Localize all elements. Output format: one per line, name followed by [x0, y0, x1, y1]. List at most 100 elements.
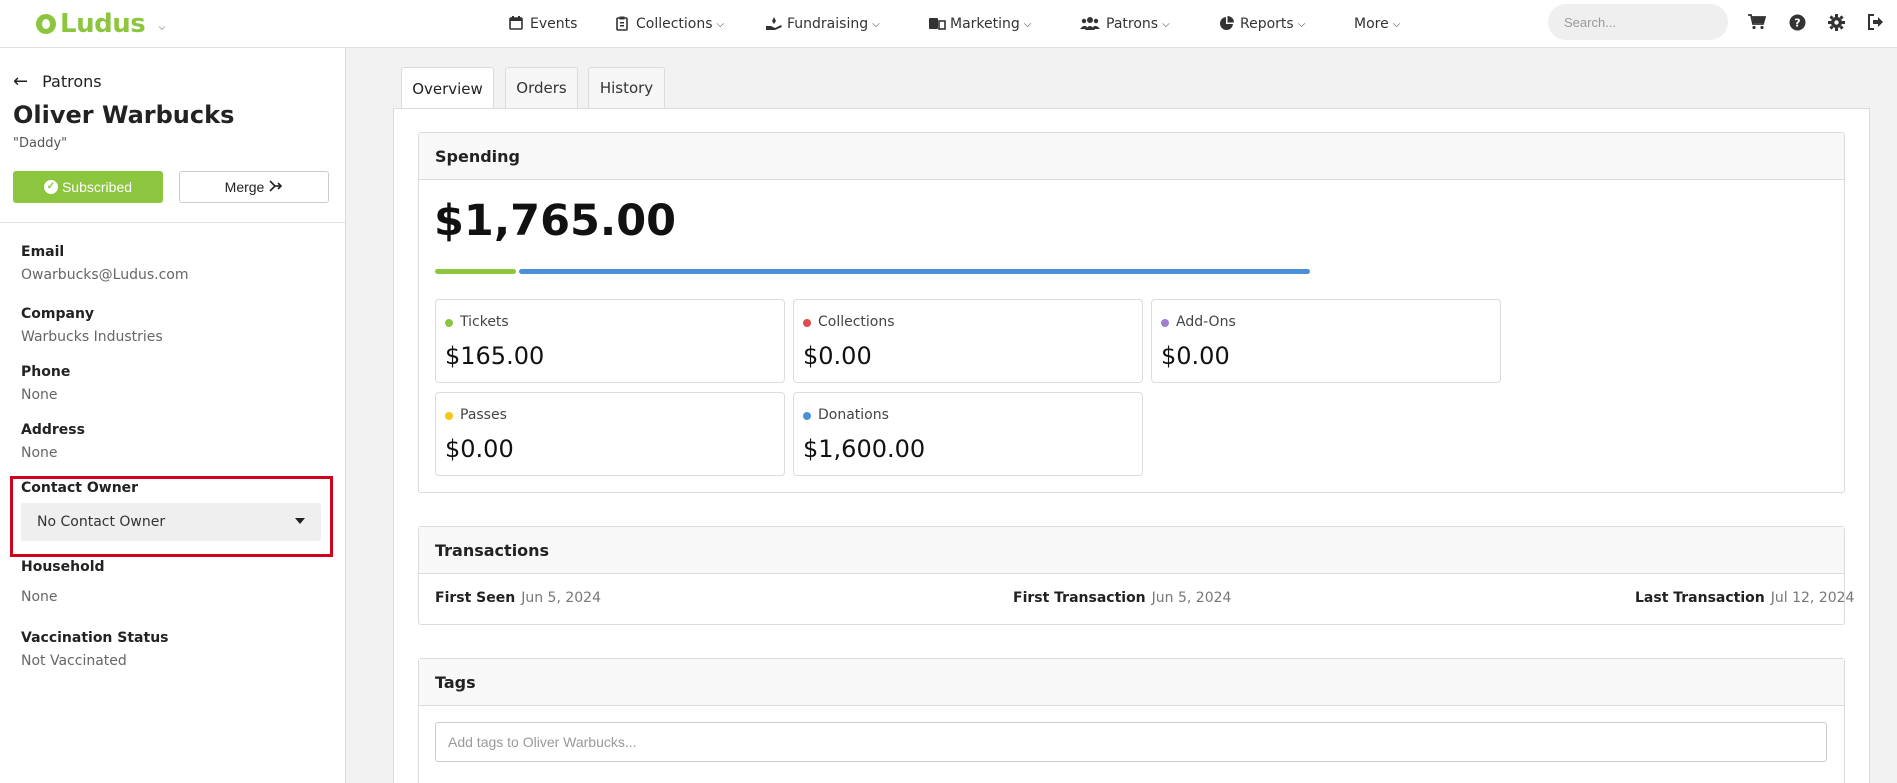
chevron-down-icon: ⌵ — [716, 18, 725, 30]
search-input[interactable] — [1548, 4, 1728, 40]
household-label: Household — [21, 559, 105, 575]
ludus-logo[interactable]: Ludus ⌄ — [36, 9, 169, 39]
svg-text:?: ? — [1794, 16, 1800, 29]
stat-donations-value: $1,600.00 — [803, 435, 926, 463]
spending-title: Spending — [419, 133, 1844, 180]
patron-name: Oliver Warbucks — [13, 101, 235, 129]
nav-events-label: Events — [530, 16, 578, 32]
nav-marketing[interactable]: Marketing ⌵ — [928, 12, 1031, 36]
megaphone-icon — [928, 16, 946, 32]
calendar-icon — [508, 16, 524, 32]
company-value: Warbucks Industries — [21, 329, 163, 345]
merge-icon — [269, 179, 283, 195]
ludus-logo-icon — [36, 14, 56, 34]
transactions-card: Transactions — [418, 526, 1845, 625]
merge-label: Merge — [224, 179, 265, 195]
users-icon — [1080, 16, 1100, 32]
back-to-patrons-link[interactable]: ← Patrons — [13, 70, 102, 92]
nav-patrons-label: Patrons — [1106, 16, 1159, 32]
vaccination-status-label: Vaccination Status — [21, 630, 169, 646]
stat-add-ons-label: Add-Ons — [1176, 314, 1236, 330]
address-label: Address — [21, 422, 85, 438]
first-transaction-label: First Transaction — [1013, 590, 1146, 606]
logout-icon[interactable] — [1864, 11, 1886, 33]
hand-donate-icon — [765, 16, 782, 32]
tab-history[interactable]: History — [588, 67, 665, 108]
help-icon[interactable]: ? — [1786, 11, 1808, 33]
arrow-left-icon: ← — [13, 70, 29, 92]
last-transaction: Last Transaction Jul 12, 2024 — [1635, 590, 1854, 606]
stat-add-ons-value: $0.00 — [1161, 342, 1230, 370]
phone-label: Phone — [21, 364, 71, 380]
last-transaction-value: Jul 12, 2024 — [1770, 590, 1855, 606]
chevron-down-icon: ⌵ — [1023, 18, 1032, 30]
nav-reports[interactable]: Reports ⌵ — [1218, 12, 1305, 36]
sidebar-divider — [0, 222, 345, 223]
stat-add-ons: Add-Ons $0.00 — [1151, 299, 1501, 383]
stat-passes-value: $0.00 — [445, 435, 514, 463]
nav-collections-label: Collections — [636, 16, 713, 32]
stat-donations: Donations $1,600.00 — [793, 392, 1143, 476]
nav-more-label: More — [1354, 16, 1389, 32]
email-label: Email — [21, 244, 65, 260]
stat-tickets-value: $165.00 — [445, 342, 545, 370]
first-seen: First Seen Jun 5, 2024 — [435, 590, 601, 606]
first-seen-label: First Seen — [435, 590, 516, 606]
contact-owner-select[interactable]: No Contact Owner — [21, 503, 321, 541]
check-circle-icon: ✓ — [43, 180, 58, 194]
caret-down-icon — [295, 518, 305, 524]
chevron-down-icon[interactable]: ⌄ — [155, 15, 168, 34]
stat-passes: Passes $0.00 — [435, 392, 785, 476]
first-transaction-value: Jun 5, 2024 — [1151, 590, 1232, 606]
passes-dot — [445, 412, 453, 420]
address-value: None — [21, 445, 58, 461]
last-transaction-label: Last Transaction — [1635, 590, 1765, 606]
company-label: Company — [21, 306, 95, 322]
patron-nickname: "Daddy" — [13, 136, 68, 151]
phone-value: None — [21, 387, 58, 403]
vaccination-status-value: Not Vaccinated — [21, 653, 127, 669]
donations-dot — [803, 412, 811, 420]
tab-orders[interactable]: Orders — [505, 67, 578, 108]
chevron-down-icon: ⌵ — [1297, 18, 1306, 30]
stat-collections-value: $0.00 — [803, 342, 872, 370]
chevron-down-icon: ⌵ — [872, 18, 880, 30]
logo-text: Ludus — [60, 9, 146, 39]
contact-owner-label: Contact Owner — [21, 480, 139, 496]
stat-passes-label: Passes — [460, 407, 507, 423]
contact-owner-value: No Contact Owner — [37, 514, 166, 530]
nav-events[interactable]: Events — [508, 12, 577, 36]
cart-icon[interactable] — [1746, 11, 1768, 33]
nav-fundraising-label: Fundraising — [787, 16, 869, 32]
household-value: None — [21, 589, 58, 605]
tags-title: Tags — [419, 659, 1844, 706]
stat-collections-label: Collections — [818, 314, 895, 330]
patron-sidebar — [0, 48, 346, 783]
tickets-dot — [445, 319, 453, 327]
email-value: Owarbucks@Ludus.com — [21, 267, 189, 283]
nav-patrons[interactable]: Patrons ⌵ — [1080, 12, 1170, 36]
nav-reports-label: Reports — [1240, 16, 1294, 32]
merge-button[interactable]: Merge — [179, 171, 329, 203]
subscribed-button[interactable]: ✓ Subscribed — [13, 171, 163, 203]
spending-total: $1,765.00 — [434, 196, 677, 246]
nav-marketing-label: Marketing — [950, 16, 1020, 32]
tab-overview[interactable]: Overview — [401, 67, 494, 109]
collections-dot — [803, 319, 811, 327]
stat-collections: Collections $0.00 — [793, 299, 1143, 383]
nav-more[interactable]: More ⌵ — [1354, 12, 1400, 36]
add-ons-dot — [1161, 319, 1169, 327]
clipboard-icon — [614, 16, 630, 32]
back-label: Patrons — [42, 71, 102, 91]
chevron-down-icon: ⌵ — [1392, 18, 1401, 30]
tags-input[interactable] — [435, 722, 1827, 762]
stat-donations-label: Donations — [818, 407, 889, 423]
transactions-title: Transactions — [419, 527, 1844, 574]
nav-collections[interactable]: Collections ⌵ — [614, 12, 724, 36]
stat-tickets-label: Tickets — [460, 314, 509, 330]
nav-fundraising[interactable]: Fundraising ⌵ — [765, 12, 880, 36]
tickets-spending-bar — [435, 269, 516, 274]
first-seen-value: Jun 5, 2024 — [521, 590, 601, 606]
gear-icon[interactable] — [1825, 11, 1847, 33]
chevron-down-icon: ⌵ — [1162, 18, 1170, 30]
